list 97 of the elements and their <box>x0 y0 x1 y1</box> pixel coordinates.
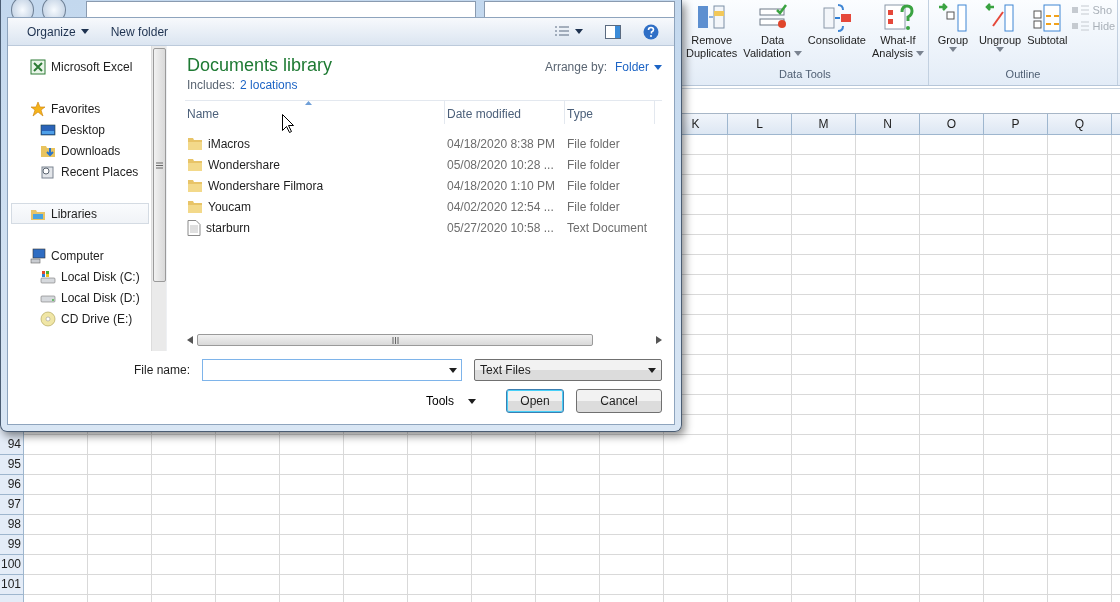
navigation-item[interactable]: Local Disk (D:) <box>11 287 149 308</box>
navigation-item[interactable]: Desktop <box>11 119 149 140</box>
file-name-cell[interactable]: Youcam <box>187 199 447 214</box>
caret-icon <box>468 398 476 404</box>
date-modified-cell-text: 04/02/2020 12:54 ... <box>447 199 555 214</box>
navigation-item[interactable]: Local Disk (C:) <box>11 266 149 287</box>
library-title: Documents library <box>187 54 333 76</box>
disk-drive-icon <box>40 268 56 285</box>
dialog-button[interactable]: Open <box>506 389 564 413</box>
horizontal-scrollbar[interactable] <box>187 333 662 347</box>
ribbon-command[interactable]: Remove Duplicates <box>684 0 740 60</box>
spreadsheet-icon <box>30 58 46 75</box>
ribbon-command[interactable]: What-If Analysis <box>869 0 926 60</box>
ribbon-command[interactable]: Consolidate <box>805 0 868 47</box>
column-header[interactable]: P <box>984 114 1048 134</box>
ribbon-command[interactable]: Data Validation <box>741 0 804 60</box>
file-name-cell[interactable]: iMacros <box>187 136 447 151</box>
mouse-pointer-icon <box>282 114 294 133</box>
cd-icon <box>40 310 56 327</box>
group-label: Outline <box>1004 68 1042 82</box>
scroll-left-icon[interactable] <box>187 336 193 344</box>
type-cell-text: File folder <box>567 157 621 172</box>
column-header[interactable]: Date modified <box>445 101 565 124</box>
column-header[interactable]: O <box>920 114 984 134</box>
column-header[interactable]: L <box>728 114 792 134</box>
recent-places-icon <box>40 163 56 180</box>
toolbar-button[interactable]: Organize <box>20 21 96 42</box>
type-cell-text: File folder <box>567 199 621 214</box>
caret-icon <box>654 64 662 70</box>
type-cell-text: File folder <box>567 178 621 193</box>
help-icon <box>643 23 659 40</box>
column-header[interactable]: M <box>792 114 856 134</box>
row-header[interactable]: 101 <box>0 575 23 595</box>
dialog-button[interactable]: Cancel <box>576 389 662 413</box>
type-cell-text: File folder <box>567 136 621 151</box>
navigation-item[interactable]: Libraries <box>11 203 149 224</box>
consolidate-icon <box>820 2 853 34</box>
date-modified-cell-text: 04/18/2020 8:38 PM <box>447 136 557 151</box>
ribbon-command[interactable]: Group <box>930 0 975 52</box>
file-type-dropdown[interactable]: Text Files <box>474 359 662 381</box>
column-header[interactable]: Type <box>565 101 655 124</box>
caret-icon <box>575 29 583 34</box>
group-label: Data Tools <box>778 68 832 82</box>
details-view-icon <box>554 24 570 39</box>
caret-icon <box>449 367 457 373</box>
date-modified-cell-text: 05/08/2020 10:28 ... <box>447 157 555 172</box>
row-header[interactable]: 94 <box>0 435 23 455</box>
includes-label: Includes: <box>187 78 236 92</box>
computer-icon <box>30 247 46 264</box>
scrollbar-thumb[interactable] <box>197 334 593 346</box>
subtotal-icon <box>1031 2 1064 34</box>
navigation-item[interactable]: Favorites <box>11 98 149 119</box>
desktop-icon <box>40 121 56 138</box>
outline-detail-icon <box>1071 4 1090 16</box>
row-header[interactable]: 98 <box>0 515 23 535</box>
column-header[interactable]: Q <box>1048 114 1112 134</box>
folder-icon <box>187 199 203 214</box>
vertical-scrollbar[interactable] <box>151 46 166 351</box>
outline-detail-icon <box>1071 20 1090 32</box>
file-name-cell[interactable]: Wondershare <box>187 157 447 172</box>
row-header[interactable]: 95 <box>0 455 23 475</box>
scrollbar-thumb[interactable] <box>152 48 166 282</box>
navigation-item[interactable]: Recent Places <box>11 161 149 182</box>
folder-icon <box>187 157 203 172</box>
star-icon <box>30 100 46 117</box>
ribbon-command[interactable]: Subtotal <box>1025 0 1070 47</box>
file-name-cell[interactable]: Wondershare Filmora <box>187 178 447 193</box>
caret-icon <box>648 367 656 373</box>
navigation-item[interactable]: Computer <box>11 245 149 266</box>
arrange-by-dropdown[interactable]: Folder <box>615 60 662 74</box>
ungroup-icon <box>984 2 1016 34</box>
date-modified-cell-text: 05/27/2020 10:58 ... <box>447 220 555 235</box>
row-header[interactable]: 97 <box>0 495 23 515</box>
navigation-item[interactable]: Downloads <box>11 140 149 161</box>
preview-pane-icon <box>605 24 621 39</box>
arrange-by-label: Arrange by: <box>544 60 607 74</box>
file-name-cell[interactable]: starburn <box>187 219 447 236</box>
folder-icon <box>187 136 203 151</box>
toolbar-button[interactable]: New folder <box>103 21 176 42</box>
navigation-item[interactable]: CD Drive (E:) <box>11 308 149 329</box>
ribbon-command[interactable]: Ungroup <box>976 0 1024 52</box>
date-modified-cell-text: 04/18/2020 1:10 PM <box>447 178 557 193</box>
type-cell-text: Text Document <box>567 220 649 235</box>
column-header[interactable]: N <box>856 114 920 134</box>
caret-icon <box>80 29 89 34</box>
row-header[interactable]: 99 <box>0 535 23 555</box>
locations-link[interactable]: 2 locations <box>240 78 298 92</box>
group-icon <box>936 2 969 34</box>
file-name-field[interactable] <box>202 359 462 381</box>
folder-icon <box>187 178 203 193</box>
row-header[interactable]: 96 <box>0 475 23 495</box>
row-header[interactable]: 100 <box>0 555 23 575</box>
navigation-item[interactable]: Microsoft Excel <box>11 56 149 77</box>
file-name-label: File name: <box>133 363 190 377</box>
scroll-right-icon[interactable] <box>656 336 662 344</box>
text-document-icon <box>187 219 201 236</box>
tools-menu-button[interactable]: Tools <box>420 393 482 409</box>
